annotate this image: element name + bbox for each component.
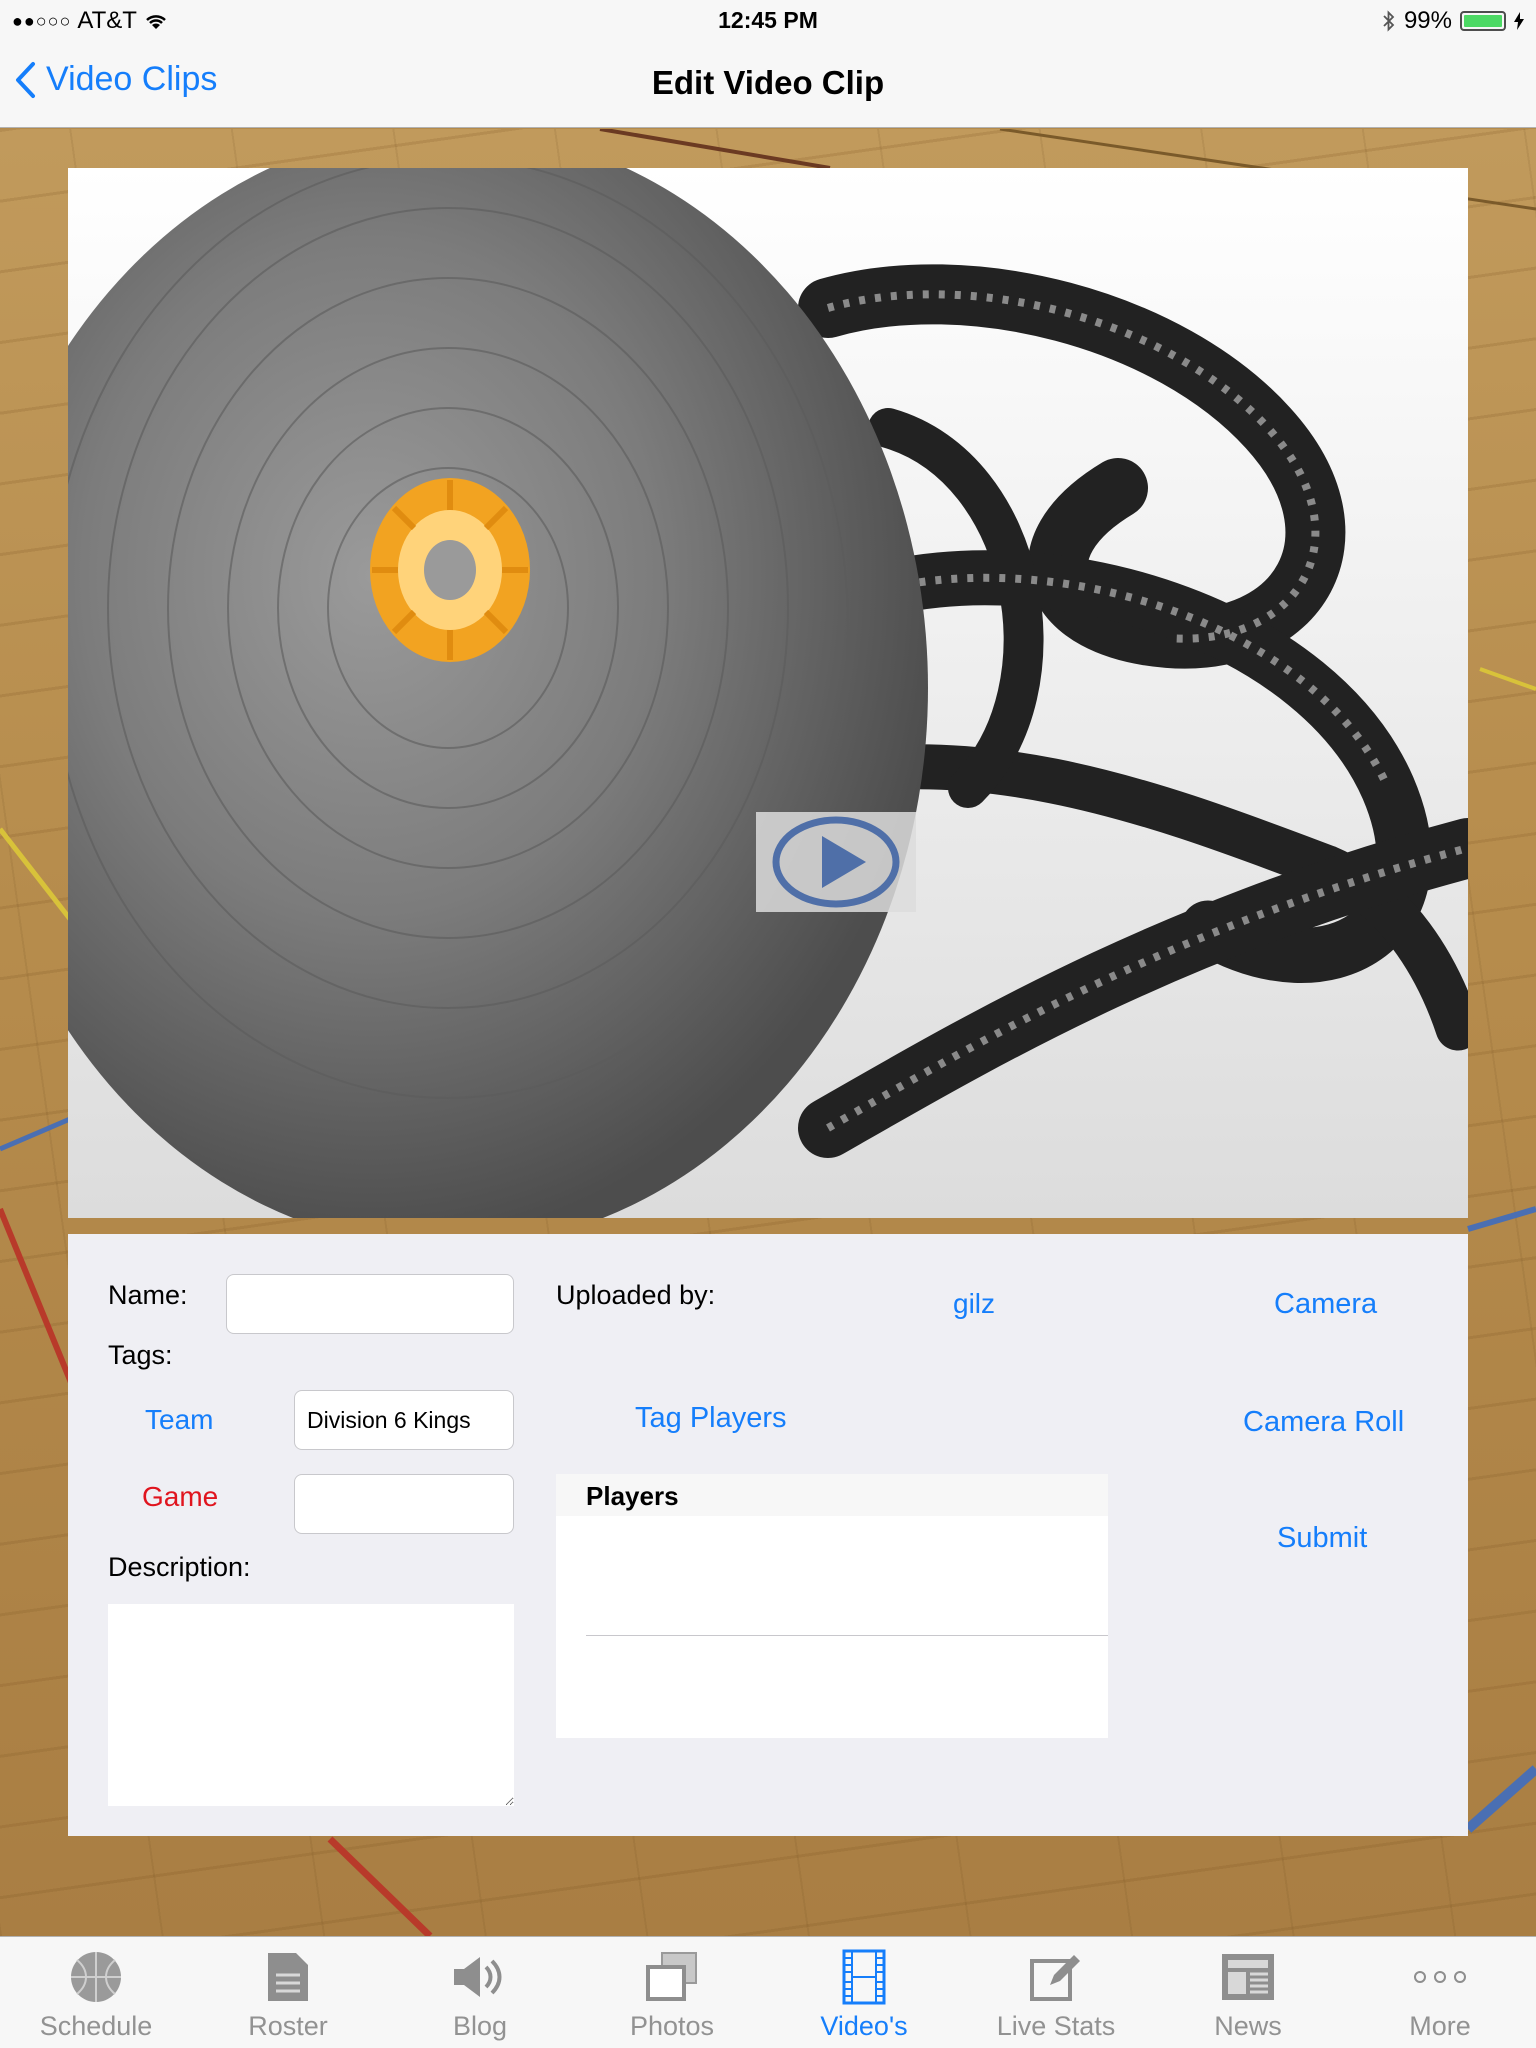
edit-icon [1028,1949,1084,2005]
basketball-icon [68,1949,124,2005]
clip-details-panel: Name: Tags: Team Division 6 Kings Game D… [68,1234,1468,1836]
film-reel-image [68,168,1468,1218]
document-icon [260,1949,316,2005]
tab-live-stats[interactable]: Live Stats [960,1937,1152,2048]
play-icon [772,816,900,908]
tab-label: Live Stats [996,2011,1116,2041]
tab-blog[interactable]: Blog [384,1937,576,2048]
tab-label: News [1214,2011,1282,2041]
charging-icon [1514,12,1524,30]
name-input[interactable] [226,1274,514,1334]
bluetooth-icon [1383,10,1395,32]
status-right: 99% [1382,7,1524,35]
tab-more[interactable]: More [1344,1937,1536,2048]
name-label: Name: [108,1280,188,1310]
camera-roll-button[interactable]: Camera Roll [1243,1406,1404,1439]
page-title: Edit Video Clip [651,64,885,101]
game-tag-button[interactable]: Game [142,1481,218,1513]
tab-bar: Schedule Roster Blog Photos Video's Live… [0,1936,1536,2048]
tab-label: More [1409,2011,1471,2041]
players-table-divider [586,1635,1108,1636]
tab-schedule[interactable]: Schedule [0,1937,192,2048]
tags-label: Tags: [108,1340,173,1370]
battery-percent: 99% [1403,7,1452,34]
uploaded-by-user-link[interactable]: gilz [953,1288,995,1320]
tab-label: Blog [452,2011,508,2041]
navigation-bar: Video Clips Edit Video Clip [0,42,1536,128]
tab-label: Video's [820,2011,908,2041]
tab-videos[interactable]: Video's [768,1937,960,2048]
players-table-header: Players [556,1474,1108,1516]
tab-roster[interactable]: Roster [192,1937,384,2048]
uploaded-by-label: Uploaded by: [556,1280,716,1310]
video-thumbnail[interactable] [68,168,1468,1218]
tag-players-button[interactable]: Tag Players [635,1402,787,1435]
newspaper-icon [1220,1949,1276,2005]
players-table[interactable]: Players [556,1474,1108,1738]
play-button[interactable] [756,812,916,912]
tab-label: Photos [629,2011,715,2041]
status-bar: ●●○○○ AT&T 12:45 PM 99% [0,0,1536,42]
team-tag-button[interactable]: Team [145,1404,213,1436]
status-time: 12:45 PM [718,7,818,33]
description-textarea[interactable] [108,1604,514,1806]
game-field[interactable] [294,1474,514,1534]
description-label: Description: [108,1552,251,1582]
photos-icon [644,1949,700,2005]
film-icon [836,1949,892,2005]
speaker-icon [452,1949,508,2005]
more-icon [1412,1949,1468,2005]
battery-icon [1460,11,1506,31]
team-field[interactable]: Division 6 Kings [294,1390,514,1450]
camera-button[interactable]: Camera [1274,1288,1377,1321]
tab-photos[interactable]: Photos [576,1937,768,2048]
submit-button[interactable]: Submit [1277,1522,1367,1555]
tab-news[interactable]: News [1152,1937,1344,2048]
tab-label: Schedule [39,2011,153,2041]
tab-label: Roster [248,2011,328,2041]
